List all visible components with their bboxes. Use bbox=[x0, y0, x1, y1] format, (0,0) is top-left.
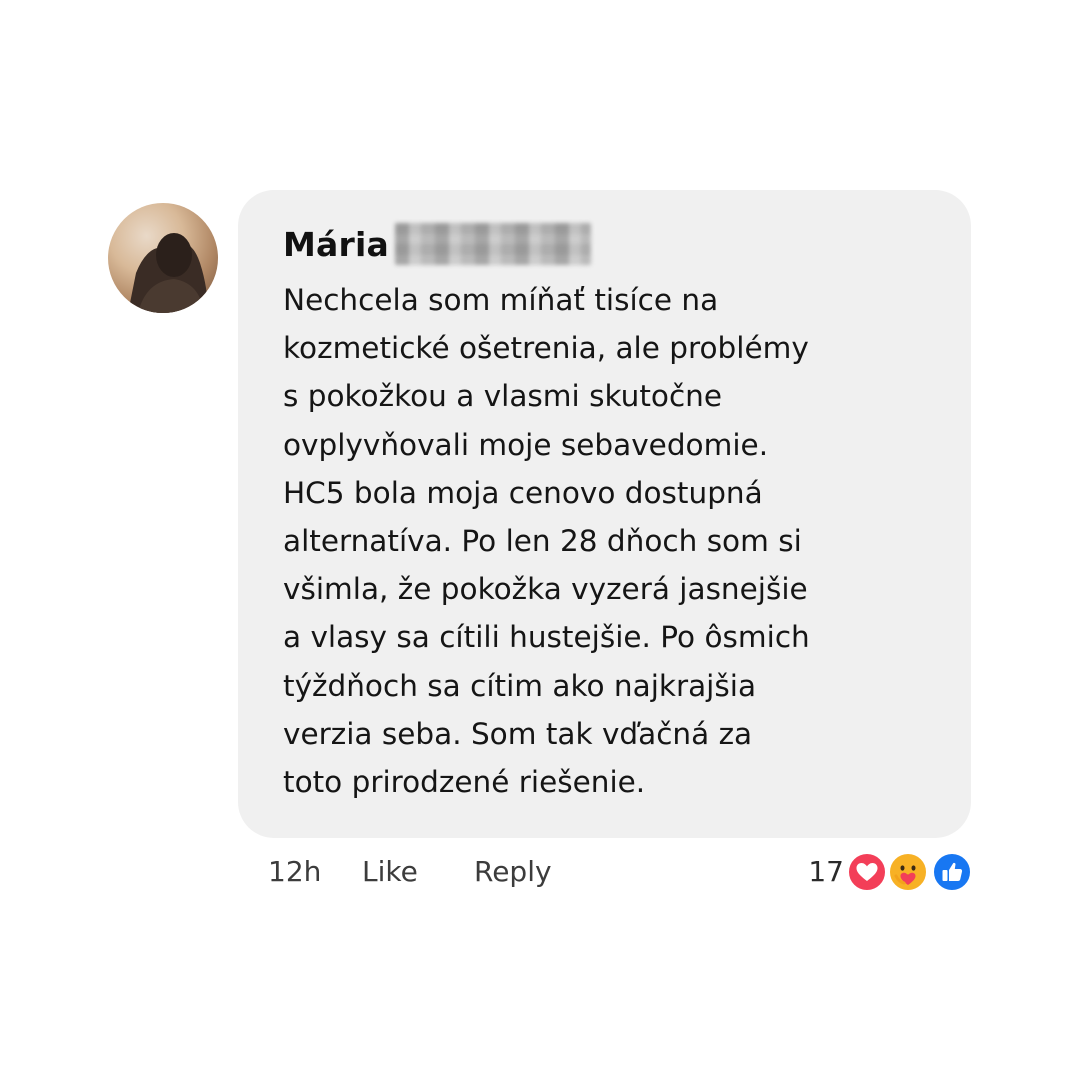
comment-timestamp[interactable]: 12h bbox=[268, 850, 321, 894]
heart-icon[interactable] bbox=[847, 852, 887, 892]
reply-button[interactable]: Reply bbox=[474, 850, 552, 894]
avatar-photo bbox=[128, 233, 208, 313]
comment-text: Nechcela som míňať tisíce na kozmetické … bbox=[283, 283, 810, 800]
like-button[interactable]: Like bbox=[362, 850, 418, 894]
reaction-count[interactable]: 17 bbox=[808, 850, 844, 894]
author-surname-blurred bbox=[394, 223, 591, 265]
author-name[interactable]: Mária bbox=[283, 225, 389, 264]
comment-bubble: Mária Nechcela som míňať tisíce na kozme… bbox=[238, 190, 971, 838]
avatar[interactable] bbox=[108, 203, 218, 313]
care-icon[interactable] bbox=[888, 852, 928, 892]
comment-author[interactable]: Mária bbox=[283, 223, 591, 265]
thumbs-up-icon[interactable] bbox=[932, 852, 972, 892]
